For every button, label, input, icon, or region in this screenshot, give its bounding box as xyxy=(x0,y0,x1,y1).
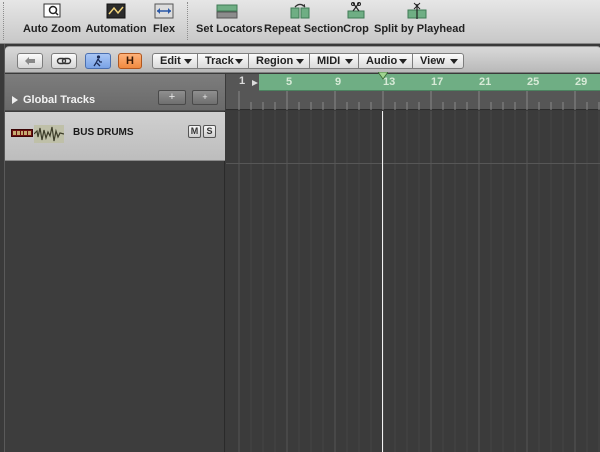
repeat-section-icon xyxy=(290,3,310,19)
set-locators-button[interactable]: Set Locators xyxy=(196,0,263,44)
track-list: Global Tracks + + BUS DRUMS M S xyxy=(5,74,225,452)
chevron-down-icon xyxy=(235,59,243,64)
toolbar-separator xyxy=(3,2,4,40)
region-menu-label: Region xyxy=(256,55,294,67)
chevron-down-icon xyxy=(345,59,353,64)
ruler-bar-label: 21 xyxy=(479,76,492,88)
ruler-bar-label: 17 xyxy=(431,76,444,88)
bar-ruler[interactable]: 1 5 9 13 17 21 25 29 xyxy=(226,72,600,110)
link-button[interactable] xyxy=(51,53,77,69)
plus-icon: + xyxy=(168,91,176,103)
auto-zoom-icon xyxy=(43,3,61,18)
ruler-ticks xyxy=(238,91,600,110)
catch-playhead-icon xyxy=(93,55,102,67)
bus-track-icon xyxy=(11,129,33,137)
split-by-playhead-label: Split by Playhead xyxy=(374,23,466,35)
track-name[interactable]: BUS DRUMS xyxy=(73,127,134,138)
disclosure-triangle-icon[interactable] xyxy=(12,96,18,104)
chevron-down-icon xyxy=(450,59,458,64)
chevron-down-icon xyxy=(399,59,407,64)
flex-button[interactable]: Flex xyxy=(150,0,178,44)
add-track-button[interactable]: + xyxy=(158,90,186,105)
midi-menu[interactable]: MIDI xyxy=(309,53,359,69)
back-button[interactable] xyxy=(17,53,43,69)
track-row-bus-drums[interactable]: BUS DRUMS M S xyxy=(5,112,225,161)
arrange-window: H Edit Track Region MIDI Audio View Glob… xyxy=(4,44,600,452)
audio-menu[interactable]: Audio xyxy=(358,53,413,69)
automation-button[interactable]: Automation xyxy=(85,0,147,44)
region-menu[interactable]: Region xyxy=(248,53,310,69)
split-by-playhead-icon xyxy=(407,2,427,19)
hide-button[interactable]: H xyxy=(118,53,142,69)
arrange-canvas[interactable] xyxy=(226,111,600,452)
chevron-down-icon xyxy=(296,59,304,64)
view-menu[interactable]: View xyxy=(412,53,464,69)
main-toolbar: Auto Zoom Automation Flex Set Locators R… xyxy=(0,0,600,44)
audio-menu-label: Audio xyxy=(366,55,398,67)
ruler-bar-label: 5 xyxy=(286,76,293,88)
midi-menu-label: MIDI xyxy=(317,55,341,67)
set-locators-icon xyxy=(216,4,238,19)
plus-folder-icon: + xyxy=(202,92,208,102)
repeat-section-button[interactable]: Repeat Section xyxy=(264,0,344,44)
automation-label: Automation xyxy=(85,23,147,35)
ruler-bar-label: 29 xyxy=(575,76,588,88)
flex-label: Flex xyxy=(152,23,175,35)
track-menu[interactable]: Track xyxy=(197,53,249,69)
ruler-bar-start: 1 xyxy=(239,75,246,87)
set-locators-label: Set Locators xyxy=(196,23,263,35)
crop-label: Crop xyxy=(343,23,369,35)
catch-playhead-button[interactable] xyxy=(85,53,111,69)
solo-button[interactable]: S xyxy=(203,125,216,138)
flex-icon xyxy=(154,3,174,19)
ruler-bar-label: 25 xyxy=(527,76,540,88)
ruler-bar-label: 9 xyxy=(335,76,342,88)
chevron-down-icon xyxy=(184,59,192,64)
crop-icon xyxy=(347,2,365,19)
lane-separator xyxy=(226,163,600,164)
add-folder-button[interactable]: + xyxy=(192,90,218,105)
track-menu-label: Track xyxy=(205,55,234,67)
local-menu-bar: H Edit Track Region MIDI Audio View xyxy=(5,46,600,73)
view-menu-label: View xyxy=(420,55,445,67)
playhead-line[interactable] xyxy=(382,111,383,452)
mute-label: M xyxy=(190,126,199,136)
cycle-start-icon xyxy=(252,80,258,86)
link-icon xyxy=(56,57,72,65)
cycle-area[interactable] xyxy=(259,74,600,91)
auto-zoom-label: Auto Zoom xyxy=(22,23,82,35)
repeat-section-label: Repeat Section xyxy=(264,23,344,35)
split-by-playhead-button[interactable]: Split by Playhead xyxy=(374,0,466,44)
playhead-marker-icon[interactable] xyxy=(378,72,388,80)
edit-menu[interactable]: Edit xyxy=(152,53,198,69)
hide-icon: H xyxy=(126,55,134,67)
solo-label: S xyxy=(206,126,213,136)
edit-menu-label: Edit xyxy=(160,55,181,67)
waveform-icon xyxy=(34,125,64,143)
auto-zoom-button[interactable]: Auto Zoom xyxy=(22,0,82,44)
mute-button[interactable]: M xyxy=(188,125,201,138)
automation-icon xyxy=(106,3,126,19)
crop-button[interactable]: Crop xyxy=(342,0,370,44)
global-tracks-header[interactable]: Global Tracks + + xyxy=(5,74,225,111)
back-arrow-icon xyxy=(25,57,35,65)
toolbar-separator xyxy=(187,2,188,40)
global-tracks-label: Global Tracks xyxy=(23,94,96,106)
